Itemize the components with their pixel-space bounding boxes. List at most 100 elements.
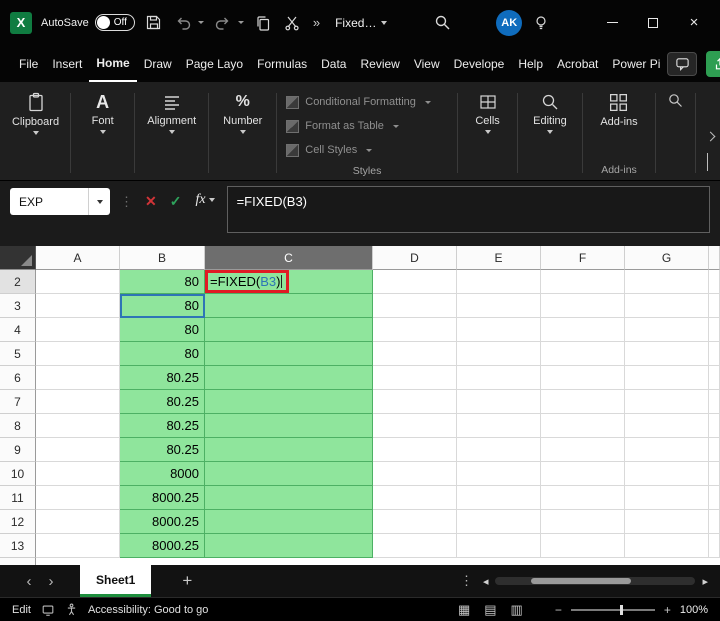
save-icon[interactable] <box>144 13 164 33</box>
cell-d[interactable] <box>373 390 457 414</box>
cell-a[interactable] <box>36 318 120 342</box>
cell-d[interactable] <box>373 318 457 342</box>
cell-b[interactable]: 80.25 <box>120 414 205 438</box>
ribbon-tab-home[interactable]: Home <box>89 45 137 82</box>
cell-e[interactable] <box>457 414 541 438</box>
cell-d[interactable] <box>373 414 457 438</box>
cell-e[interactable] <box>457 342 541 366</box>
cell-a[interactable] <box>36 486 120 510</box>
cell-a[interactable] <box>36 390 120 414</box>
cell-a[interactable] <box>36 438 120 462</box>
search-icon[interactable] <box>432 13 452 33</box>
cell-b[interactable]: 80.25 <box>120 390 205 414</box>
select-all-corner[interactable] <box>0 246 36 270</box>
column-header-c[interactable]: C <box>205 246 373 270</box>
cell-c[interactable] <box>205 486 373 510</box>
cell-g[interactable] <box>625 438 709 462</box>
cell-e[interactable] <box>457 510 541 534</box>
cell-c[interactable] <box>205 342 373 366</box>
cell-c[interactable] <box>205 462 373 486</box>
row-header[interactable]: 7 <box>0 390 36 414</box>
row-header[interactable]: 4 <box>0 318 36 342</box>
cell-c[interactable] <box>205 318 373 342</box>
cancel-formula-button[interactable]: ✕ <box>145 193 157 210</box>
cell-d[interactable] <box>373 270 457 294</box>
zoom-slider-thumb[interactable] <box>619 604 623 615</box>
cell-g[interactable] <box>625 462 709 486</box>
sheet-nav-left-icon[interactable]: ‹ <box>18 573 40 590</box>
cell-f[interactable] <box>541 534 625 558</box>
cell-d[interactable] <box>373 510 457 534</box>
column-header-d[interactable]: D <box>373 246 457 270</box>
cell-e[interactable] <box>457 270 541 294</box>
row-header[interactable]: 8 <box>0 414 36 438</box>
formula-input[interactable]: =FIXED(B3) <box>226 186 710 233</box>
format-as-table-button[interactable]: Format as Table <box>282 114 452 138</box>
cell-c[interactable] <box>205 534 373 558</box>
cells-button[interactable]: Cells <box>475 92 500 134</box>
cell-g[interactable] <box>625 342 709 366</box>
cell-g[interactable] <box>625 270 709 294</box>
scrollbar-thumb[interactable] <box>531 578 632 584</box>
cell-b[interactable]: 80.25 <box>120 438 205 462</box>
cell-b[interactable]: 80 <box>120 270 205 294</box>
number-button[interactable]: % Number <box>223 92 262 134</box>
undo-caret-icon[interactable] <box>197 21 204 24</box>
cell-e[interactable] <box>457 486 541 510</box>
column-header-e[interactable]: E <box>457 246 541 270</box>
ribbon-tab-formulas[interactable]: Formulas <box>250 45 314 82</box>
cell-e[interactable] <box>457 534 541 558</box>
cell-b[interactable]: 80 <box>120 342 205 366</box>
ribbon-scroll-right-icon[interactable] <box>705 131 716 141</box>
cell-f[interactable] <box>541 294 625 318</box>
macro-record-icon[interactable] <box>41 603 55 617</box>
cell-d[interactable] <box>373 366 457 390</box>
clipboard-button[interactable]: Clipboard <box>12 92 59 135</box>
cell-f[interactable] <box>541 270 625 294</box>
column-header-f[interactable]: F <box>541 246 625 270</box>
cell-a[interactable] <box>36 342 120 366</box>
cell-c[interactable] <box>205 510 373 534</box>
ribbon-tab-developer[interactable]: Develope <box>447 45 512 82</box>
cell-g[interactable] <box>625 510 709 534</box>
ribbon-tab-draw[interactable]: Draw <box>137 45 179 82</box>
scrollbar-track[interactable] <box>495 577 696 585</box>
comments-button[interactable] <box>667 51 698 76</box>
cell-e[interactable] <box>457 438 541 462</box>
cell-a[interactable] <box>36 270 120 294</box>
quick-access-overflow-icon[interactable]: » <box>313 15 320 30</box>
enter-formula-button[interactable]: ✓ <box>170 193 182 210</box>
row-header[interactable]: 3 <box>0 294 36 318</box>
row-header[interactable]: 10 <box>0 462 36 486</box>
avatar[interactable]: AK <box>496 9 523 36</box>
cell-c[interactable] <box>205 438 373 462</box>
cell-b[interactable]: 80.25 <box>120 366 205 390</box>
cell-d[interactable] <box>373 294 457 318</box>
cell-d[interactable] <box>373 342 457 366</box>
cell-styles-button[interactable]: Cell Styles <box>282 138 452 162</box>
row-header[interactable]: 2 <box>0 270 36 294</box>
collapse-ribbon-button[interactable] <box>707 153 708 172</box>
cell-g[interactable] <box>625 294 709 318</box>
cell-c[interactable] <box>205 294 373 318</box>
cell-e[interactable] <box>457 318 541 342</box>
cell-f[interactable] <box>541 342 625 366</box>
cell-a[interactable] <box>36 294 120 318</box>
cell-f[interactable] <box>541 366 625 390</box>
cell-b[interactable]: 80 <box>120 318 205 342</box>
sheet-tab-sheet1[interactable]: Sheet1 <box>80 565 152 597</box>
column-header-a[interactable]: A <box>36 246 120 270</box>
cell-f[interactable] <box>541 390 625 414</box>
cell-g[interactable] <box>625 390 709 414</box>
accessibility-icon[interactable] <box>65 603 78 616</box>
row-header[interactable]: 12 <box>0 510 36 534</box>
cell-a[interactable] <box>36 534 120 558</box>
sheet-nav-right-icon[interactable]: › <box>40 573 62 590</box>
cell-a[interactable] <box>36 510 120 534</box>
scroll-right-icon[interactable]: ▸ <box>702 575 708 588</box>
scroll-left-icon[interactable]: ◂ <box>483 575 489 588</box>
cell-a[interactable] <box>36 462 120 486</box>
cell-c[interactable]: =FIXED(B3) <box>205 270 373 294</box>
cell-c[interactable] <box>205 390 373 414</box>
cell-f[interactable] <box>541 462 625 486</box>
